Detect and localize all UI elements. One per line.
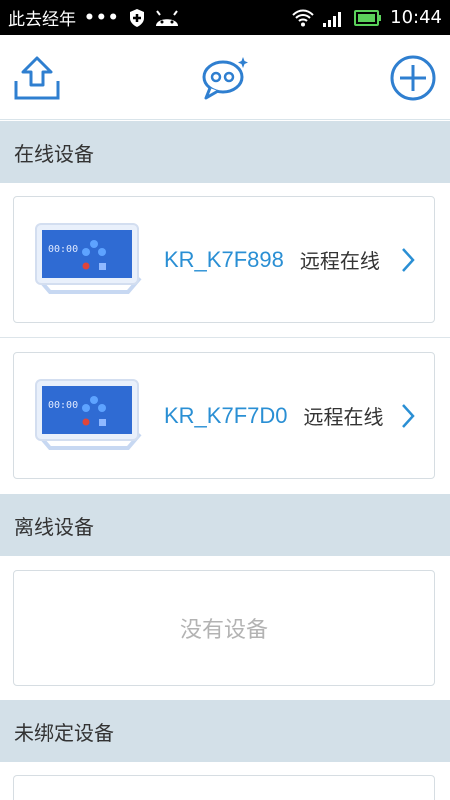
device-card[interactable]: 00:00 KR_K7F898 远程在线 xyxy=(13,196,435,323)
chevron-right-icon xyxy=(402,403,415,428)
carrier-label: 此去经年 xyxy=(8,10,76,30)
more-notifications-indicator: ••• xyxy=(84,7,120,28)
top-toolbar xyxy=(0,35,450,120)
device-status: 远程在线 xyxy=(299,249,380,273)
section-header-offline: 离线设备 xyxy=(0,494,450,556)
empty-state-card: 没有设备 xyxy=(13,570,435,686)
device-name: KR_K7F7D0 xyxy=(164,402,288,428)
shield-icon xyxy=(129,8,144,27)
empty-state-text: 没有设备 xyxy=(179,618,268,643)
section-header-online: 在线设备 xyxy=(0,121,450,183)
signal-icon xyxy=(323,11,342,27)
status-bar: 此去经年 ••• 10:44 xyxy=(0,0,450,35)
section-header-unbound: 未绑定设备 xyxy=(0,700,450,762)
add-device-button[interactable] xyxy=(388,53,438,103)
device-card[interactable]: 00:00 KR_K7F7D0 远程在线 xyxy=(13,352,435,479)
clock: 10:44 xyxy=(390,7,442,28)
device-thumbnail: 00:00 xyxy=(32,376,144,456)
battery-icon xyxy=(354,9,382,26)
unbound-card xyxy=(13,775,435,800)
android-icon xyxy=(155,9,178,26)
wifi-icon xyxy=(292,9,314,26)
chat-button[interactable] xyxy=(200,53,250,103)
device-status: 远程在线 xyxy=(303,405,384,429)
device-screen-time: 00:00 xyxy=(48,243,79,255)
device-screen-time: 00:00 xyxy=(48,399,79,411)
device-thumbnail: 00:00 xyxy=(32,220,144,300)
upload-icon xyxy=(14,56,60,100)
chevron-right-icon xyxy=(402,247,415,272)
divider xyxy=(0,337,450,338)
device-name: KR_K7F898 xyxy=(164,246,284,272)
add-circle-icon xyxy=(390,55,436,101)
upload-button[interactable] xyxy=(12,53,62,103)
chat-bubble-icon xyxy=(202,57,248,100)
